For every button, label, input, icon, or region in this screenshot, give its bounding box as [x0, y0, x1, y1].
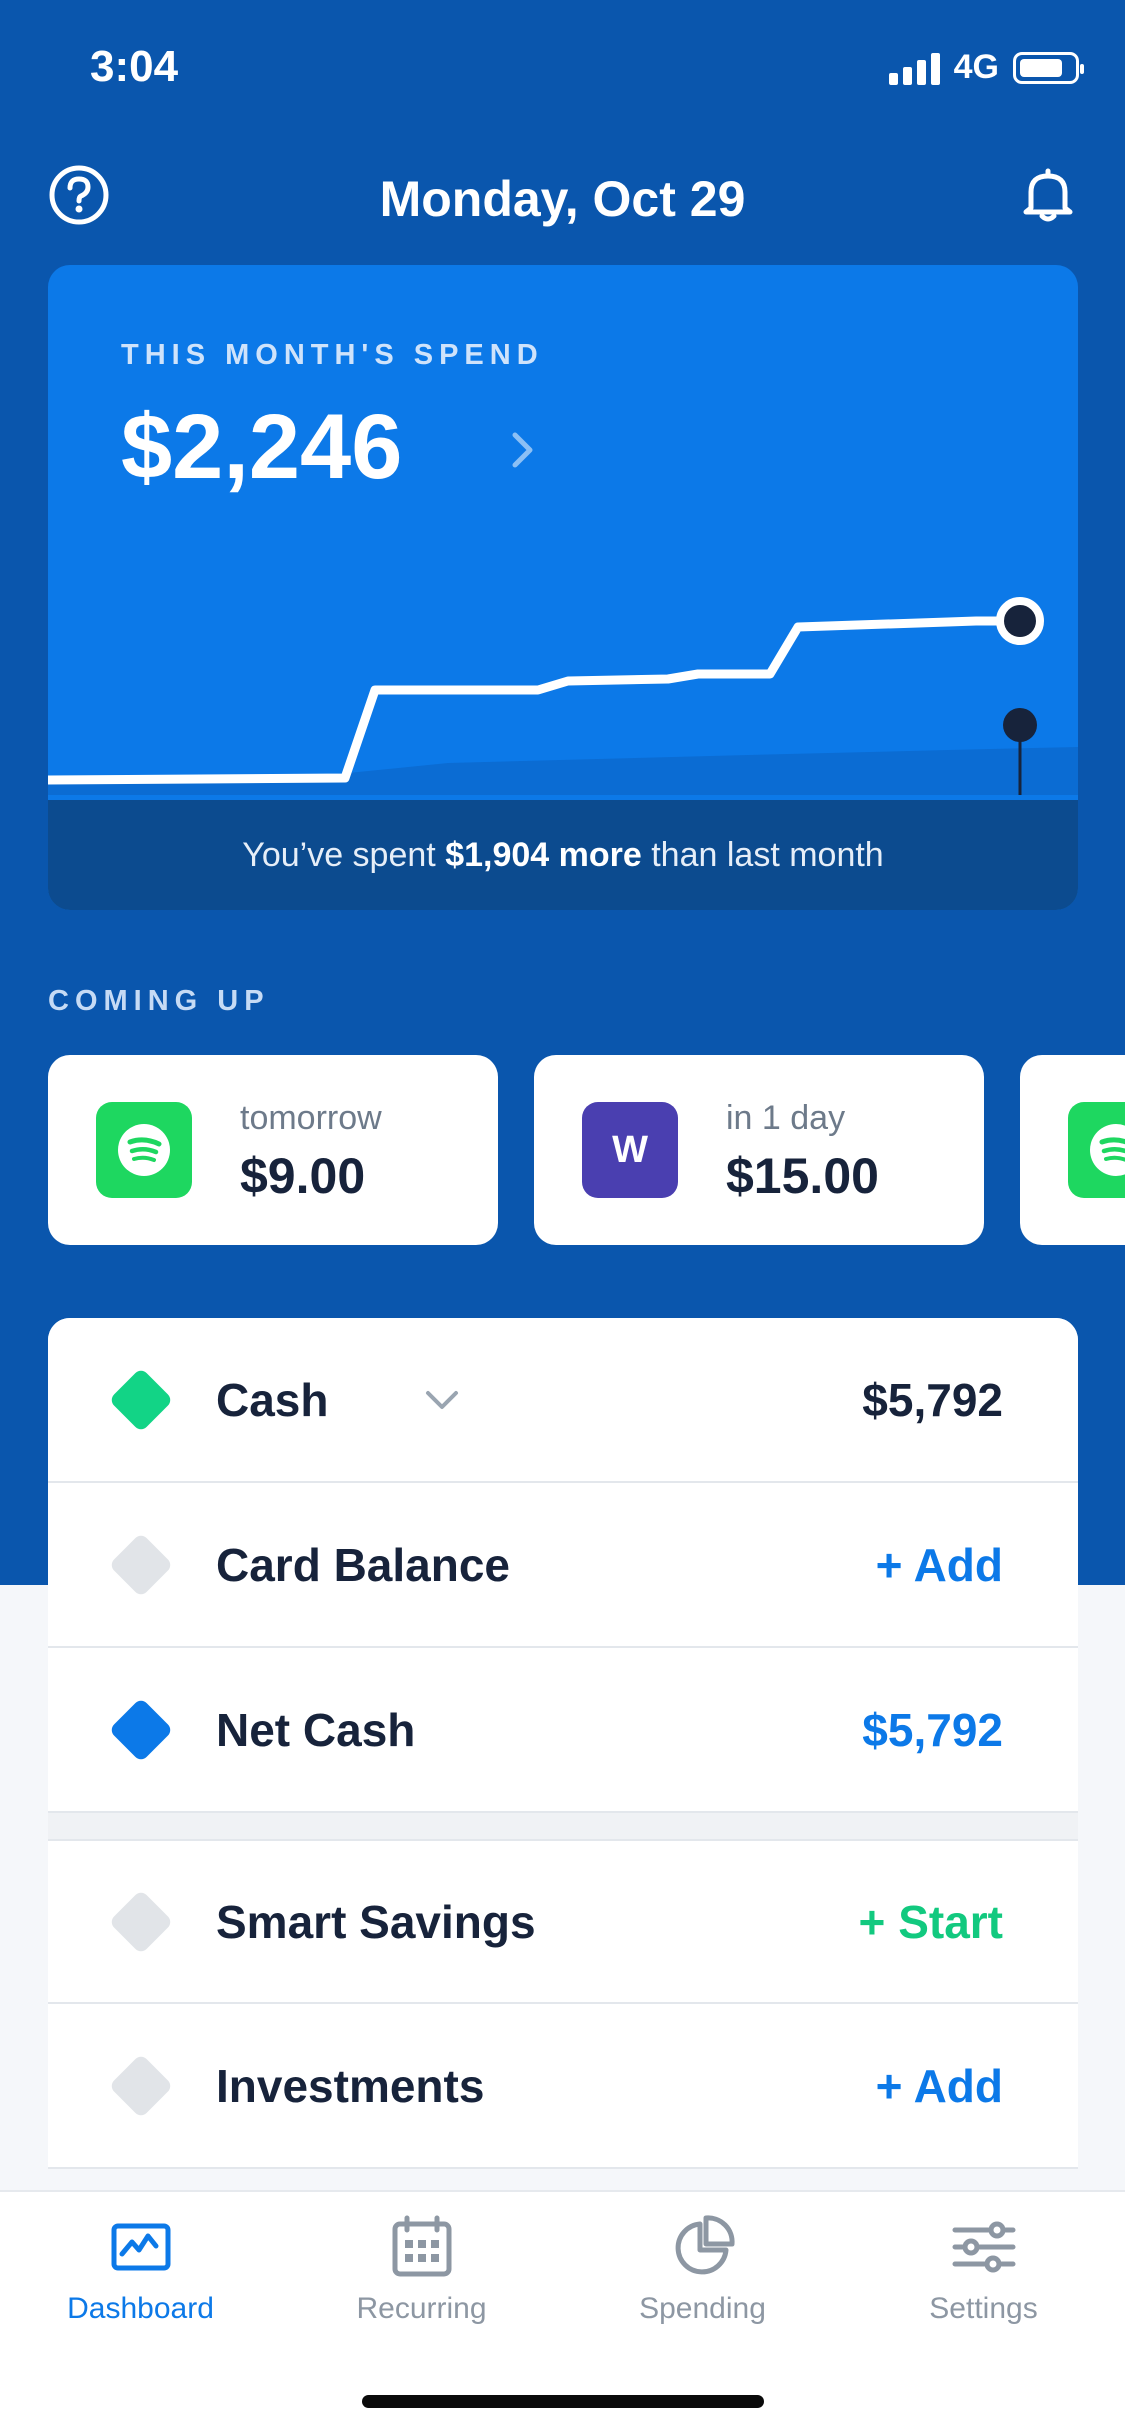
spotify-icon — [96, 1102, 192, 1198]
home-indicator — [362, 2395, 764, 2408]
bill-amount: $15.00 — [726, 1148, 879, 1204]
spotify-icon — [1068, 1102, 1125, 1198]
monthly-spend-card[interactable]: THIS MONTH'S SPEND $2,246 You’ve spent $… — [48, 265, 1078, 910]
tab-label: Spending — [639, 2292, 766, 2325]
savings-diamond-icon — [108, 1888, 174, 1955]
signal-icon — [888, 51, 940, 85]
account-label: Cash — [216, 1373, 329, 1426]
bill-amount: $9.00 — [240, 1148, 366, 1204]
app-header: Monday, Oct 29 — [0, 150, 1125, 250]
spend-comparison-prefix: You’ve spent — [242, 835, 436, 874]
spend-chart — [48, 597, 1078, 795]
status-icons: 4G — [888, 48, 1084, 87]
section-divider — [48, 1813, 1078, 1839]
dashboard-icon — [111, 2223, 170, 2271]
chevron-right-icon[interactable] — [503, 425, 543, 475]
spend-label: THIS MONTH'S SPEND — [121, 339, 544, 371]
tab-label: Settings — [929, 2292, 1038, 2325]
add-investments-button[interactable]: + Add — [876, 2059, 1003, 2113]
status-bar: 3:04 4G — [0, 0, 1125, 140]
account-value: $5,792 — [862, 1703, 1003, 1756]
account-row-investments[interactable]: Investments + Add — [48, 2004, 1078, 2169]
current-point-marker — [996, 597, 1044, 645]
chevron-down-icon[interactable] — [420, 1385, 464, 1415]
sliders-icon — [952, 2221, 1015, 2273]
bell-icon[interactable] — [1017, 164, 1079, 226]
pie-chart-icon — [675, 2215, 735, 2275]
page-title: Monday, Oct 29 — [379, 171, 746, 227]
coming-up-label: COMING UP — [48, 985, 270, 1017]
start-savings-button[interactable]: + Start — [859, 1895, 1003, 1949]
tab-dashboard[interactable]: Dashboard — [0, 2212, 281, 2326]
tab-label: Recurring — [356, 2292, 487, 2325]
spend-comparison-amount: $1,904 more — [445, 835, 642, 874]
upcoming-bill-card[interactable]: W in 1 day $15.00 — [534, 1055, 984, 1245]
account-label: Investments — [216, 2059, 485, 2112]
upcoming-bills-carousel[interactable]: tomorrow $9.00 W in 1 day $15.00 — [48, 1055, 1125, 1245]
last-month-area — [48, 747, 1078, 795]
tab-recurring[interactable]: Recurring — [281, 2212, 562, 2326]
calendar-icon — [392, 2215, 451, 2277]
tab-label: Dashboard — [67, 2292, 214, 2325]
account-label: Smart Savings — [216, 1895, 536, 1948]
last-month-marker — [1003, 708, 1037, 742]
tab-settings[interactable]: Settings — [843, 2212, 1124, 2326]
spend-comparison-suffix: than last month — [651, 835, 884, 874]
spend-comparison: You’ve spent $1,904 more than last month — [48, 800, 1078, 910]
bill-due-text: tomorrow — [240, 1099, 382, 1137]
account-label: Net Cash — [216, 1703, 416, 1756]
upcoming-bill-card[interactable]: tomorrow $9.00 — [48, 1055, 498, 1245]
tab-spending[interactable]: Spending — [562, 2212, 843, 2326]
account-row-net-cash[interactable]: Net Cash $5,792 — [48, 1648, 1078, 1813]
account-row-smart-savings[interactable]: Smart Savings + Start — [48, 1839, 1078, 2004]
investments-diamond-icon — [108, 2052, 174, 2119]
status-time: 3:04 — [90, 42, 179, 91]
account-row-cash[interactable]: Cash $5,792 — [48, 1318, 1078, 1483]
account-row-card-balance[interactable]: Card Balance + Add — [48, 1483, 1078, 1648]
network-label: 4G — [953, 48, 999, 86]
account-label: Card Balance — [216, 1538, 511, 1591]
account-value: $5,792 — [862, 1373, 1003, 1426]
merchant-logo-letter: W — [612, 1128, 648, 1171]
cash-diamond-icon — [108, 1366, 174, 1433]
battery-icon — [1013, 51, 1084, 84]
add-card-button[interactable]: + Add — [876, 1538, 1003, 1592]
net-cash-diamond-icon — [108, 1696, 174, 1763]
accounts-list: Cash $5,792 Card Balance + Add Net Cash … — [48, 1318, 1078, 2169]
upcoming-bill-card[interactable] — [1020, 1055, 1125, 1245]
card-balance-diamond-icon — [108, 1531, 174, 1598]
bill-due-text: in 1 day — [726, 1099, 846, 1137]
merchant-logo: W — [582, 1102, 678, 1198]
spend-amount: $2,246 — [121, 396, 403, 498]
